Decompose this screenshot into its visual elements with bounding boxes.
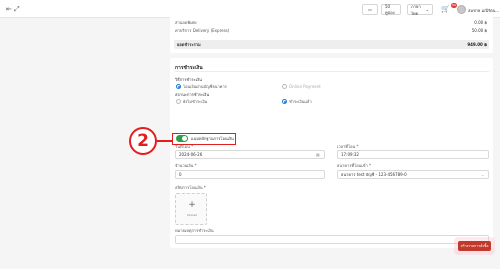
total-value: 949.00 ฿ [467, 42, 487, 47]
points-label: 50 คูปอง [385, 3, 395, 15]
radio-unpaid[interactable] [176, 99, 181, 104]
transfer-time-input[interactable]: 17:09:32 [337, 150, 489, 159]
summary-label-discount: ส่วนลดพิเศษ [175, 20, 197, 25]
slip-upload-box[interactable]: + Upload [175, 193, 207, 225]
card-icon: ▭ [368, 7, 372, 12]
summary-value-delivery: 50.00 ฿ [471, 28, 487, 33]
amount-label: จำนวนเงิน * [175, 163, 197, 168]
divider [175, 71, 489, 72]
step-connector [157, 140, 173, 142]
transfer-time-label: เวลาที่โอน * [337, 144, 359, 149]
bank-account-select[interactable]: ธนาคาร test บัญชี - 123-456789-0 [337, 170, 489, 179]
attach-proof-label: แนบหลักฐานการโอนเงิน [191, 136, 234, 141]
total-label: ยอดชำระรวม [177, 42, 201, 47]
payment-note-input[interactable] [175, 235, 489, 244]
bank-account-label: ธนาคารที่โอนเข้า * [337, 163, 372, 168]
attach-proof-toggle[interactable] [176, 135, 188, 142]
payment-status-title: สถานะการชำระเงิน [175, 92, 210, 97]
transfer-date-value: 2024-06-26 [179, 152, 203, 157]
total-row [174, 40, 489, 49]
chevron-down-icon: ⌄ [425, 7, 429, 12]
page-body: ส่วนลดพิเศษ 0.00 ฿ ค่าบริการ Delivery (E… [0, 16, 500, 269]
amount-input[interactable]: 0 [175, 170, 325, 179]
summary-label-delivery: ค่าบริการ Delivery (Express) [175, 28, 230, 33]
language-label: ภาษาไทย [411, 3, 421, 16]
radio-online-payment-label[interactable]: Online Payment [289, 84, 321, 89]
radio-bank-transfer[interactable] [176, 84, 181, 89]
radio-unpaid-label[interactable]: ยังไม่ชำระเงิน [183, 99, 207, 104]
user-name[interactable]: สมชาย มณีรัตน... [468, 7, 499, 14]
plus-icon: + [188, 200, 196, 210]
create-order-label: สร้างรายการสั่งซื้อ [460, 244, 489, 248]
payment-note-label: หมายเหตุการชำระเงิน [175, 228, 214, 233]
slip-label: สลิปการโอนเงิน * [175, 185, 206, 190]
summary-value-discount: 0.00 ฿ [474, 20, 487, 25]
payment-method-title: วิธีการชำระเงิน [175, 77, 202, 82]
avatar[interactable] [457, 5, 466, 14]
transfer-date-label: วันที่โอน * [175, 144, 194, 149]
transfer-time-value: 17:09:32 [341, 152, 359, 157]
create-order-button[interactable]: สร้างรายการสั่งซื้อ [458, 241, 491, 251]
collapse-sidebar-icon[interactable]: ⇤ [6, 5, 12, 13]
step-marker: 2 [129, 127, 157, 155]
chevron-down-icon: ⌄ [481, 172, 485, 177]
bank-account-value: ธนาคาร test บัญชี - 123-456789-0 [341, 172, 407, 177]
calendar-icon[interactable]: ▦ [316, 152, 320, 157]
radio-paid[interactable] [282, 99, 287, 104]
cart-badge: 99 [451, 3, 457, 8]
upload-label: Upload [186, 213, 198, 217]
transfer-date-input[interactable]: 2024-06-26 [175, 150, 325, 159]
radio-online-payment[interactable] [282, 84, 287, 89]
card-button[interactable]: ▭ [362, 4, 378, 15]
cart-icon[interactable]: 🛒 [441, 5, 450, 13]
radio-paid-label[interactable]: ชำระเงินแล้ว [289, 99, 312, 104]
fullscreen-icon[interactable]: ⤢ [14, 5, 20, 13]
language-select[interactable]: ภาษาไทย ⌄ [407, 3, 433, 16]
radio-bank-transfer-label[interactable]: โอนเงินผ่านบัญชีธนาคาร [183, 84, 227, 89]
points-button[interactable]: 50 คูปอง [381, 4, 401, 15]
amount-value: 0 [179, 172, 182, 177]
